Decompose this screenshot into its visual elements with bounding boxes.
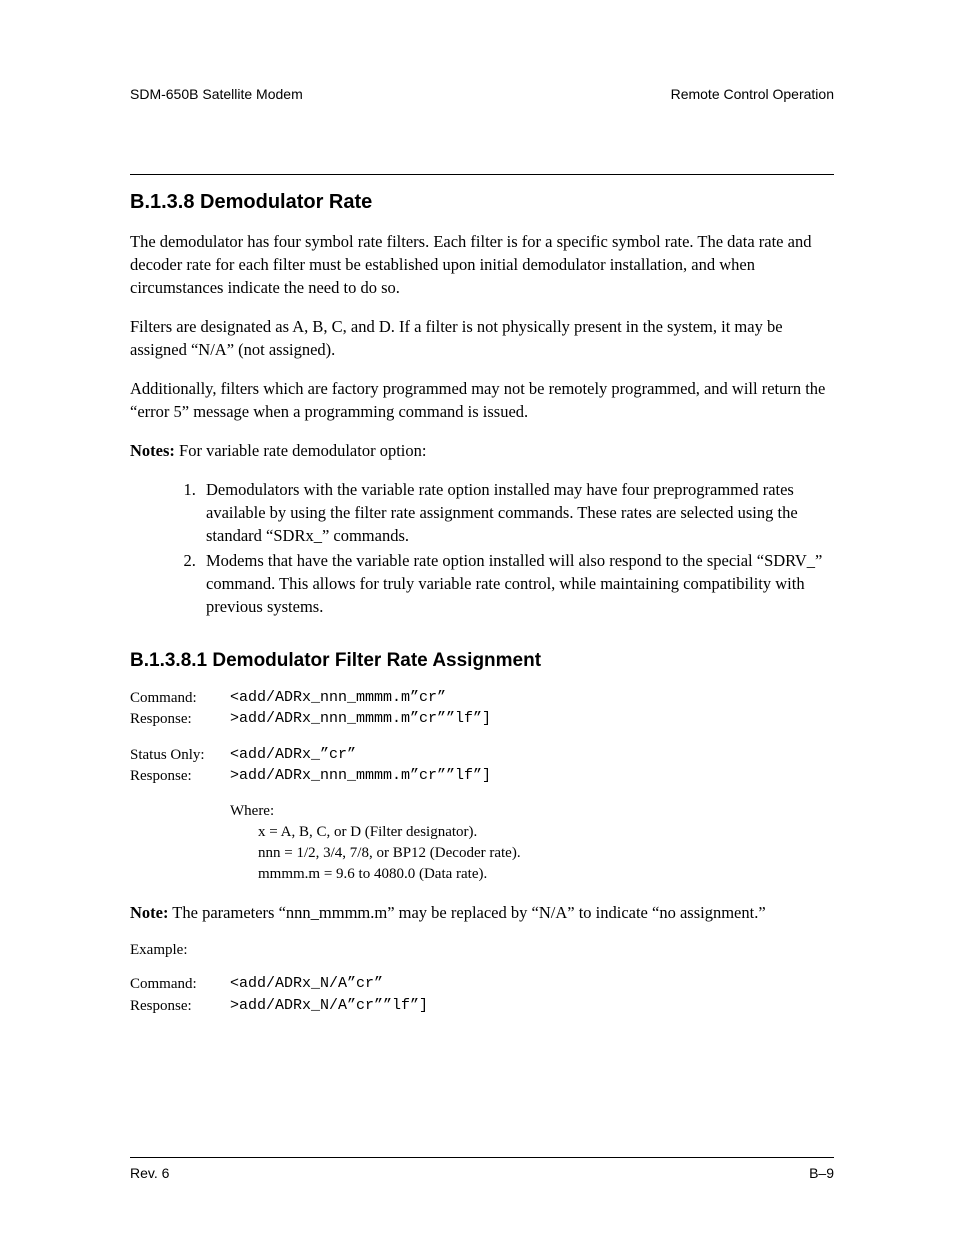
example-label: Example: [130,940,834,960]
where-line: nnn = 1/2, 3/4, 7/8, or BP12 (Decoder ra… [258,843,834,864]
where-line: mmmm.m = 9.6 to 4080.0 (Data rate). [258,864,834,885]
row-value: >add/ADRx_nnn_mmmm.m”cr””lf”] [230,709,499,730]
note-item: Modems that have the variable rate optio… [200,549,834,618]
header-left: SDM-650B Satellite Modem [130,85,303,104]
row-label: Command: [130,974,230,995]
row-label: Response: [130,766,230,787]
row-label: Response: [130,996,230,1017]
row-value: <add/ADRx_”cr” [230,745,499,766]
footer-left: Rev. 6 [130,1164,169,1183]
note-label: Note: [130,903,168,922]
where-block: Where: x = A, B, C, or D (Filter designa… [230,801,834,885]
notes-list: Demodulators with the variable rate opti… [130,478,834,619]
note-paragraph: Note: The parameters “nnn_mmmm.m” may be… [130,901,834,924]
page: SDM-650B Satellite Modem Remote Control … [0,0,954,1235]
paragraph: The demodulator has four symbol rate fil… [130,230,834,299]
row-label: Command: [130,688,230,709]
section-heading: B.1.3.8 Demodulator Rate [130,189,834,216]
command-block: Command: <add/ADRx_nnn_mmmm.m”cr” Respon… [130,688,499,731]
row-value: >add/ADRx_nnn_mmmm.m”cr””lf”] [230,766,499,787]
section-rule [130,174,834,175]
note-item: Demodulators with the variable rate opti… [200,478,834,547]
footer-rule [130,1157,834,1158]
where-title: Where: [230,801,834,822]
notes-lead: Notes: For variable rate demodulator opt… [130,440,834,462]
row-value: <add/ADRx_nnn_mmmm.m”cr” [230,688,499,709]
paragraph: Additionally, filters which are factory … [130,377,834,423]
command-block: Command: <add/ADRx_N/A”cr” Response: >ad… [130,974,436,1017]
footer-right: B–9 [809,1164,834,1183]
row-label: Status Only: [130,745,230,766]
subsection-heading: B.1.3.8.1 Demodulator Filter Rate Assign… [130,648,834,674]
paragraph: Filters are designated as A, B, C, and D… [130,315,834,361]
notes-label: Notes: [130,441,175,460]
notes-lead-text: For variable rate demodulator option: [175,441,427,460]
page-footer: Rev. 6 B–9 [130,1157,834,1183]
command-block: Status Only: <add/ADRx_”cr” Response: >a… [130,745,499,788]
running-header: SDM-650B Satellite Modem Remote Control … [130,85,834,104]
row-value: >add/ADRx_N/A”cr””lf”] [230,996,436,1017]
row-label: Response: [130,709,230,730]
header-right: Remote Control Operation [671,85,834,104]
note-text: The parameters “nnn_mmmm.m” may be repla… [168,903,765,922]
row-value: <add/ADRx_N/A”cr” [230,974,436,995]
where-line: x = A, B, C, or D (Filter designator). [258,822,834,843]
